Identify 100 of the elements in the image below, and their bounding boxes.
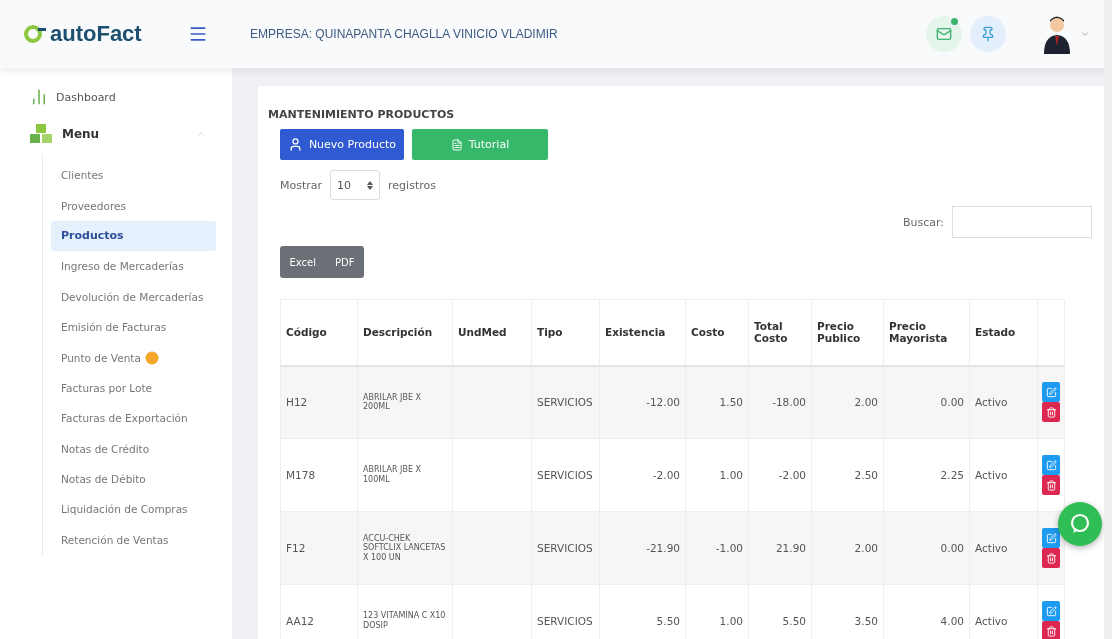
document-icon xyxy=(450,138,463,151)
dropdown-icon[interactable] xyxy=(1080,29,1090,39)
column-header[interactable]: Código xyxy=(280,299,358,366)
table-cell: 1.50 xyxy=(685,365,749,439)
column-header[interactable]: Total Costo xyxy=(748,299,812,366)
logo-icon xyxy=(24,23,46,45)
edit-button[interactable] xyxy=(1042,455,1060,475)
sidebar-item[interactable]: Emisión de Facturas xyxy=(51,311,216,343)
table-cell: 2.00 xyxy=(811,511,884,585)
length-select[interactable]: 10 xyxy=(330,170,381,200)
trash-icon xyxy=(1045,406,1057,418)
length-label: Mostrar xyxy=(280,178,323,192)
table-cell: Activo xyxy=(969,584,1038,639)
table-cell: ABRILAR JBE X 100ML xyxy=(357,438,453,512)
sidebar-item[interactable]: Clientes xyxy=(51,160,216,191)
search-field[interactable] xyxy=(952,206,1092,238)
column-header[interactable]: Precio Mayorista xyxy=(883,299,970,366)
table-cell: 1.00 xyxy=(685,438,749,512)
scrollbar[interactable] xyxy=(1104,0,1112,639)
delete-button[interactable] xyxy=(1042,621,1060,639)
sidebar-label: Dashboard xyxy=(56,90,116,104)
pin-icon xyxy=(980,26,996,42)
column-header[interactable]: Descripción xyxy=(357,299,453,366)
table-cell: -21.90 xyxy=(599,511,686,585)
mail-icon xyxy=(936,26,952,42)
trash-icon xyxy=(1045,625,1057,637)
table-cell: 3.50 xyxy=(811,584,884,639)
table-cell: 5.50 xyxy=(599,584,686,639)
user-icon xyxy=(287,137,303,152)
edit-icon xyxy=(1045,532,1057,544)
table-cell: 21.90 xyxy=(748,511,812,585)
table-cell: 4.00 xyxy=(883,584,970,639)
brand-logo: autoFact xyxy=(24,21,142,47)
length-label: registros xyxy=(388,178,436,192)
edit-icon xyxy=(1045,459,1057,471)
table-cell: H12 xyxy=(280,365,358,439)
pin-button[interactable] xyxy=(970,16,1006,52)
sidebar-item[interactable]: Ingreso de Mercaderías xyxy=(51,251,216,282)
sidebar-item[interactable]: Liquidación de Compras xyxy=(51,494,216,525)
table-cell: 5.50 xyxy=(748,584,812,639)
table-cell: SERVICIOS xyxy=(531,438,600,512)
page-title: MANTENIMIENTO PRODUCTOS xyxy=(268,108,456,121)
edit-icon xyxy=(1045,605,1057,617)
delete-button[interactable] xyxy=(1042,402,1060,423)
mail-button[interactable] xyxy=(926,16,962,52)
sidebar-item[interactable]: Notas de Crédito xyxy=(51,433,216,464)
table-cell: 0.00 xyxy=(883,511,970,585)
sidebar-group[interactable]: Menu xyxy=(10,114,216,154)
sidebar-label: Menu xyxy=(62,127,101,141)
export-button[interactable]: Excel xyxy=(285,256,320,268)
table-cell: M178 xyxy=(280,438,358,512)
delete-button[interactable] xyxy=(1042,475,1060,495)
edit-icon xyxy=(1045,386,1057,398)
sidebar-item[interactable]: Productos xyxy=(51,220,216,252)
sidebar-item[interactable]: Proveedores xyxy=(51,190,216,221)
search-label: Buscar: xyxy=(902,215,944,229)
edit-button[interactable] xyxy=(1042,528,1060,548)
column-header[interactable]: Tipo xyxy=(531,299,600,366)
table-cell: 2.00 xyxy=(811,365,884,439)
column-header[interactable]: Costo xyxy=(685,299,749,366)
table-cell: SERVICIOS xyxy=(531,584,600,639)
table-cell: 0.00 xyxy=(883,365,970,439)
table-cell: 2.25 xyxy=(883,438,970,512)
table-cell: -12.00 xyxy=(599,365,686,439)
table-cell: SERVICIOS xyxy=(531,365,600,439)
edit-button[interactable] xyxy=(1042,382,1060,403)
cubes-icon xyxy=(28,123,54,145)
table-cell: Activo xyxy=(969,365,1038,439)
menu-icon[interactable] xyxy=(188,24,208,44)
edit-button[interactable] xyxy=(1042,601,1060,621)
export-button[interactable]: PDF xyxy=(331,256,359,268)
column-header[interactable]: Existencia xyxy=(599,299,686,366)
sidebar-item[interactable]: Dashboard xyxy=(10,80,216,114)
sidebar-item[interactable]: Notas de Débito xyxy=(51,463,216,495)
table-cell: AA12 xyxy=(280,584,358,639)
table-cell: ABRILAR JBE X 200ML xyxy=(357,365,453,439)
table-cell: 2.50 xyxy=(811,438,884,512)
table-cell: Activo xyxy=(969,511,1038,585)
column-header[interactable]: Estado xyxy=(969,299,1038,366)
sidebar-item[interactable]: Punto de Venta xyxy=(51,342,216,373)
avatar-icon[interactable] xyxy=(1042,14,1072,54)
sort-arrows-icon xyxy=(367,180,374,190)
sidebar-item[interactable]: Devolución de Mercaderías xyxy=(51,281,216,312)
trash-icon xyxy=(1045,479,1057,491)
sidebar-item[interactable]: Facturas de Exportación xyxy=(51,403,216,434)
column-header[interactable]: Precio Publico xyxy=(811,299,884,366)
table-cell: F12 xyxy=(280,511,358,585)
collapse-icon[interactable] xyxy=(196,129,206,139)
sidebar-item[interactable]: Retención de Ventas xyxy=(51,524,216,556)
table-cell: -2.00 xyxy=(748,438,812,512)
column-header[interactable]: UndMed xyxy=(452,299,532,366)
new-product-button[interactable]: Nuevo Producto xyxy=(280,129,404,160)
company-name: EMPRESA: QUINAPANTA CHAGLLA VINICIO VLADIMIR xyxy=(249,27,559,41)
table-cell: Activo xyxy=(969,438,1038,512)
table-cell: 123 VITAMINA C X10 DOSIP xyxy=(357,584,453,639)
delete-button[interactable] xyxy=(1042,548,1060,568)
trash-icon xyxy=(1045,552,1057,564)
sidebar-item[interactable]: Facturas por Lote xyxy=(51,372,216,404)
table-cell: 1.00 xyxy=(685,584,749,639)
table-cell: -1.00 xyxy=(685,511,749,585)
